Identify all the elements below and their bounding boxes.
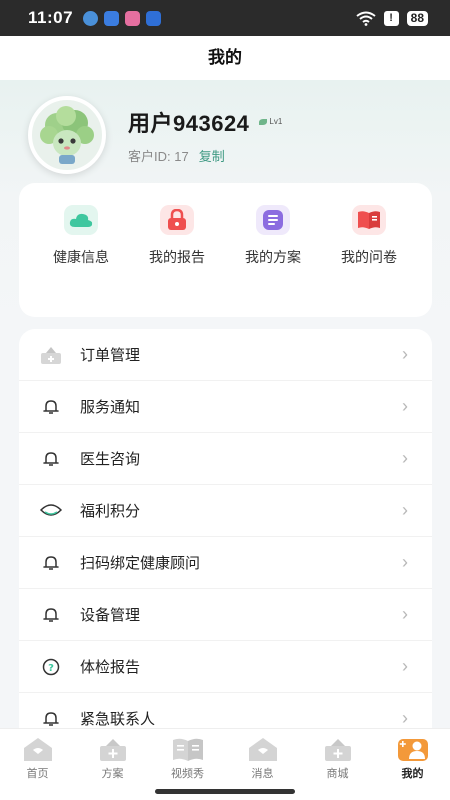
menu-item-label: 紧急联系人 bbox=[80, 711, 156, 728]
shortcut-my-report[interactable]: 我的报告 bbox=[129, 205, 225, 317]
menu-item-service-notice[interactable]: 服务通知 › bbox=[19, 381, 432, 433]
message-icon bbox=[225, 735, 300, 763]
menu-item-points[interactable]: 福利积分 › bbox=[19, 485, 432, 537]
profile-header[interactable]: 用户943624 Lv1 客户ID: 17 复制 bbox=[28, 96, 282, 174]
bluetooth-app-icon bbox=[146, 10, 162, 26]
menu-item-label: 医生咨询 bbox=[80, 451, 141, 468]
plan-icon bbox=[75, 735, 150, 763]
shortcuts-card: 健康信息 我的报告 我的方案 我的问卷 bbox=[19, 183, 432, 317]
chevron-right-icon: › bbox=[402, 552, 408, 572]
shop-icon bbox=[300, 735, 375, 763]
cloud-icon bbox=[64, 205, 98, 235]
gallery-app-icon bbox=[125, 10, 141, 26]
menu-item-doctor-consult[interactable]: 医生咨询 › bbox=[19, 433, 432, 485]
alert-icon: ! bbox=[383, 10, 399, 26]
shortcut-label: 健康信息 bbox=[53, 249, 109, 265]
menu-item-label: 福利积分 bbox=[80, 503, 141, 520]
chevron-right-icon: › bbox=[402, 500, 408, 520]
tab-label: 消息 bbox=[251, 768, 274, 780]
video-book-icon bbox=[150, 735, 225, 763]
page-title: 我的 bbox=[0, 36, 450, 80]
bell-icon bbox=[40, 396, 62, 418]
lock-report-icon bbox=[160, 205, 194, 235]
status-bar: 11:07 ! 88 bbox=[0, 0, 450, 36]
bell-icon bbox=[40, 552, 62, 574]
menu-list: 订单管理 › 服务通知 › 医生咨询 › 福利积分 › 扫码绑定健康顾问 › 设… bbox=[19, 329, 432, 749]
browser-icon bbox=[83, 10, 99, 26]
home-indicator bbox=[155, 789, 295, 794]
shortcut-label: 我的报告 bbox=[149, 249, 205, 265]
tab-label: 视频秀 bbox=[171, 768, 204, 780]
tab-plan[interactable]: 方案 bbox=[75, 729, 150, 800]
home-icon bbox=[0, 735, 75, 763]
shortcut-my-questionnaire[interactable]: 我的问卷 bbox=[321, 205, 417, 317]
question-icon: ? bbox=[40, 656, 62, 678]
mine-icon bbox=[375, 735, 450, 763]
tab-home[interactable]: 首页 bbox=[0, 729, 75, 800]
svg-text:?: ? bbox=[48, 663, 54, 674]
menu-item-label: 服务通知 bbox=[80, 399, 141, 416]
tab-label: 方案 bbox=[101, 768, 124, 780]
chevron-right-icon: › bbox=[402, 396, 408, 416]
status-time: 11:07 bbox=[28, 8, 74, 27]
chevron-right-icon: › bbox=[402, 656, 408, 676]
customer-id: 客户ID: 17 bbox=[128, 148, 189, 164]
bell-icon bbox=[40, 448, 62, 470]
tab-mine[interactable]: 我的 bbox=[375, 729, 450, 800]
shortcut-my-plan[interactable]: 我的方案 bbox=[225, 205, 321, 317]
shortcut-health-info[interactable]: 健康信息 bbox=[33, 205, 129, 317]
shortcut-label: 我的方案 bbox=[245, 249, 301, 265]
battery-icon: 88 bbox=[406, 10, 428, 26]
bell-icon bbox=[40, 708, 62, 730]
chevron-right-icon: › bbox=[402, 708, 408, 728]
username: 用户943624 bbox=[128, 110, 250, 136]
wifi-icon bbox=[356, 11, 376, 26]
level-label: Lv1 bbox=[269, 117, 283, 126]
book-icon bbox=[352, 205, 386, 235]
chevron-right-icon: › bbox=[402, 448, 408, 468]
shortcut-label: 我的问卷 bbox=[341, 249, 397, 265]
points-icon bbox=[40, 500, 62, 522]
menu-item-orders[interactable]: 订单管理 › bbox=[19, 329, 432, 381]
menu-item-label: 体检报告 bbox=[80, 659, 141, 676]
menu-item-label: 设备管理 bbox=[80, 607, 141, 624]
tab-label: 我的 bbox=[401, 768, 424, 780]
tab-shop[interactable]: 商城 bbox=[300, 729, 375, 800]
avatar-character-icon bbox=[40, 106, 94, 164]
bell-icon bbox=[40, 604, 62, 626]
menu-item-checkup-report[interactable]: ? 体检报告 › bbox=[19, 641, 432, 693]
tab-label: 首页 bbox=[26, 768, 49, 780]
level-badge: Lv1 bbox=[259, 117, 282, 126]
order-icon bbox=[40, 344, 62, 366]
wifi-app-icon bbox=[104, 10, 120, 26]
menu-item-bind-advisor[interactable]: 扫码绑定健康顾问 › bbox=[19, 537, 432, 589]
leaf-icon bbox=[259, 118, 268, 125]
avatar[interactable] bbox=[28, 96, 106, 174]
document-icon bbox=[256, 205, 290, 235]
chevron-right-icon: › bbox=[402, 604, 408, 624]
copy-button[interactable]: 复制 bbox=[199, 146, 225, 165]
menu-item-label: 订单管理 bbox=[80, 347, 141, 364]
menu-item-label: 扫码绑定健康顾问 bbox=[80, 555, 201, 572]
menu-item-devices[interactable]: 设备管理 › bbox=[19, 589, 432, 641]
tab-label: 商城 bbox=[326, 768, 349, 780]
chevron-right-icon: › bbox=[402, 344, 408, 364]
